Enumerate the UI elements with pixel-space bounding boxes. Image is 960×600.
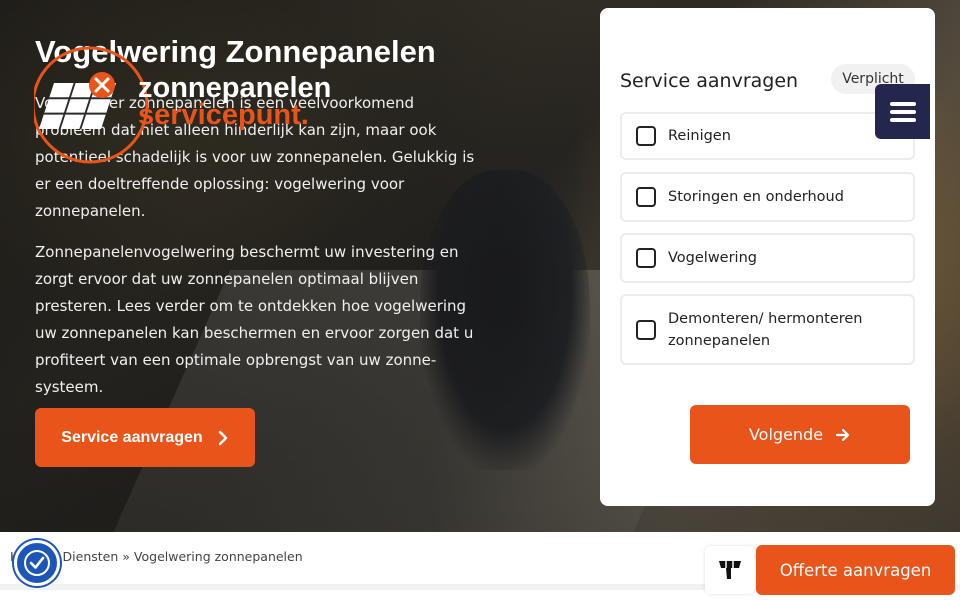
hamburger-menu-icon — [889, 101, 916, 122]
hero-paragraph: Vogelhinder zonnepanelen is een veelvoor… — [35, 94, 475, 220]
panel-shortcut-button[interactable] — [705, 546, 755, 594]
checkbox[interactable] — [636, 319, 656, 340]
form-title: Service aanvragen — [620, 70, 799, 92]
service-request-form: Service aanvragen Verplicht Reinigen Sto… — [600, 8, 935, 506]
option-label: Vogelwering — [668, 250, 757, 266]
hero-paragraph: Zonnepanelenvogelwering beschermt uw inv… — [35, 243, 474, 396]
option-label: Storingen en onderhoud — [668, 189, 844, 205]
chevron-right-icon — [218, 430, 227, 445]
accessibility-button[interactable] — [14, 540, 60, 586]
breadcrumb-diensten[interactable]: Diensten — [63, 549, 119, 564]
breadcrumb-current: Vogelwering zonnepanelen — [133, 549, 303, 564]
hero-intro: Vogelhinder zonnepanelen is een veelvoor… — [35, 90, 475, 415]
next-button[interactable]: Volgende — [690, 405, 910, 464]
next-label: Volgende — [748, 425, 824, 444]
accessibility-check-icon — [24, 550, 50, 576]
option-label: Reinigen — [668, 128, 731, 144]
service-request-button[interactable]: Service aanvragen — [35, 408, 255, 467]
option-storingen[interactable]: Storingen en onderhoud — [620, 172, 915, 222]
option-label: Demonteren/ hermonteren zonnepanelen — [668, 310, 863, 349]
panel-icon — [719, 561, 741, 579]
option-vogelwering[interactable]: Vogelwering — [620, 233, 915, 283]
checkbox[interactable] — [636, 187, 656, 207]
checkbox[interactable] — [636, 248, 656, 268]
page-title: Vogelwering Zonnepanelen — [35, 34, 436, 69]
option-demonteren[interactable]: Demonteren/ hermonteren zonnepanelen — [620, 294, 915, 365]
arrow-right-icon — [835, 428, 850, 441]
menu-button[interactable] — [875, 84, 930, 139]
checkbox[interactable] — [636, 126, 656, 146]
service-request-label: Service aanvragen — [61, 428, 203, 446]
option-reinigen[interactable]: Reinigen — [620, 112, 915, 160]
breadcrumb-separator: » — [122, 549, 130, 564]
quote-request-button[interactable]: Offerte aanvragen — [756, 545, 955, 595]
